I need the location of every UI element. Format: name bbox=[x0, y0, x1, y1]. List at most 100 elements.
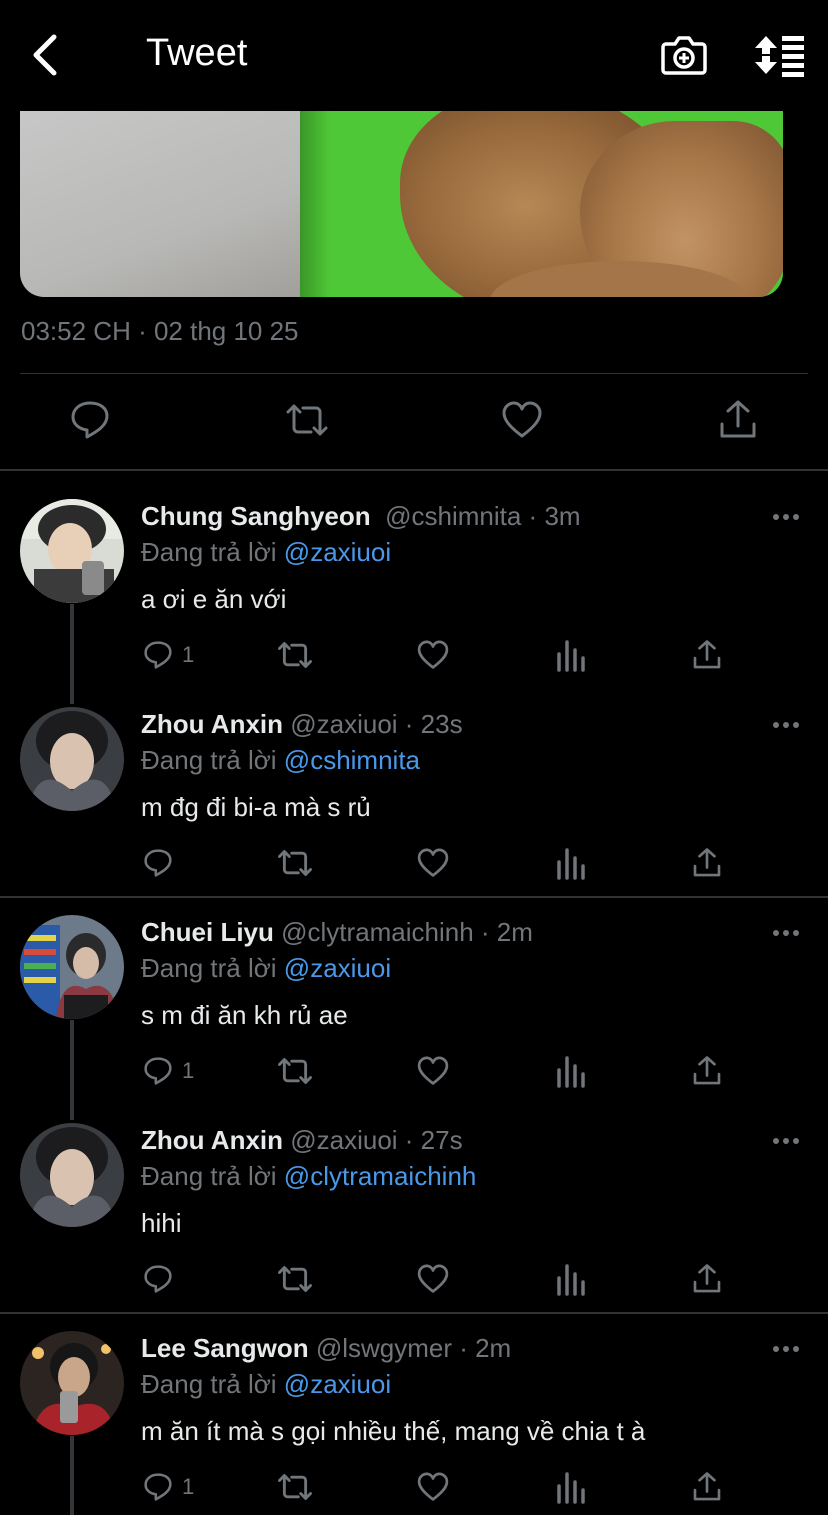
reply-item[interactable]: Chung Sanghyeon @cshimnita · 3m Đang trả… bbox=[0, 499, 828, 707]
mention-link[interactable]: @zaxiuoi bbox=[284, 537, 391, 567]
more-button[interactable] bbox=[772, 715, 800, 735]
handle-time: @zaxiuoi · 27s bbox=[290, 1125, 463, 1155]
reply-actions bbox=[0, 1261, 828, 1301]
more-icon bbox=[773, 1138, 799, 1144]
heart-icon bbox=[417, 848, 449, 877]
reply-actions: 1 bbox=[0, 1053, 828, 1093]
back-button[interactable] bbox=[26, 32, 66, 78]
reply-icon bbox=[144, 1265, 172, 1293]
tweet-media-image[interactable] bbox=[20, 111, 783, 297]
display-name[interactable]: Chung Sanghyeon bbox=[141, 501, 371, 531]
share-button[interactable] bbox=[692, 845, 722, 881]
share-button[interactable] bbox=[692, 1261, 722, 1297]
mention-link[interactable]: @zaxiuoi bbox=[284, 1369, 391, 1399]
like-button[interactable] bbox=[416, 1261, 450, 1297]
views-icon bbox=[557, 1056, 585, 1088]
sort-icon bbox=[755, 36, 804, 77]
mention-link[interactable]: @cshimnita bbox=[284, 745, 420, 775]
reply-button[interactable] bbox=[142, 1261, 182, 1297]
camera-button[interactable] bbox=[660, 32, 708, 78]
reply-button[interactable] bbox=[142, 845, 182, 881]
display-name[interactable]: Lee Sangwon bbox=[141, 1333, 309, 1363]
handle-time: @clytramaichinh · 2m bbox=[281, 917, 533, 947]
handle-time: @zaxiuoi · 23s bbox=[290, 709, 463, 739]
display-name[interactable]: Chuei Liyu bbox=[141, 917, 274, 947]
share-button[interactable] bbox=[718, 398, 758, 442]
avatar[interactable] bbox=[20, 1331, 124, 1435]
retweet-button[interactable] bbox=[276, 1261, 314, 1297]
chevron-left-icon bbox=[33, 34, 57, 76]
mention-link[interactable]: @zaxiuoi bbox=[284, 953, 391, 983]
replying-prefix: Đang trả lời bbox=[141, 1161, 277, 1191]
avatar-image bbox=[20, 499, 124, 603]
reply-button[interactable]: 1 bbox=[142, 1469, 194, 1505]
display-name[interactable]: Zhou Anxin bbox=[141, 1125, 283, 1155]
retweet-icon bbox=[278, 850, 312, 876]
reply-item[interactable]: Zhou Anxin @zaxiuoi · 23s Đang trả lời @… bbox=[0, 707, 828, 915]
retweet-icon bbox=[278, 1266, 312, 1292]
views-button[interactable] bbox=[556, 845, 586, 881]
share-button[interactable] bbox=[692, 1469, 722, 1505]
reply-item[interactable]: Zhou Anxin @zaxiuoi · 27s Đang trả lời @… bbox=[0, 1123, 828, 1331]
share-button[interactable] bbox=[692, 1053, 722, 1089]
retweet-icon bbox=[286, 404, 328, 436]
views-icon bbox=[557, 1264, 585, 1296]
reply-item[interactable]: Lee Sangwon @lswgymer · 2m Đang trả lời … bbox=[0, 1331, 828, 1515]
more-button[interactable] bbox=[772, 1339, 800, 1359]
reply-header: Zhou Anxin @zaxiuoi · 27s bbox=[141, 1123, 463, 1159]
reply-button[interactable]: 1 bbox=[142, 1053, 194, 1089]
views-button[interactable] bbox=[556, 1261, 586, 1297]
more-icon bbox=[773, 930, 799, 936]
page-title: Tweet bbox=[146, 32, 248, 74]
views-button[interactable] bbox=[556, 637, 586, 673]
more-button[interactable] bbox=[772, 1131, 800, 1151]
camera-plus-icon bbox=[661, 36, 707, 75]
like-button[interactable] bbox=[416, 1053, 450, 1089]
views-icon bbox=[557, 848, 585, 880]
heart-icon bbox=[417, 1056, 449, 1085]
mention-link[interactable]: @clytramaichinh bbox=[284, 1161, 477, 1191]
like-button[interactable] bbox=[416, 637, 450, 673]
reply-header: Zhou Anxin @zaxiuoi · 23s bbox=[141, 707, 463, 743]
replying-prefix: Đang trả lời bbox=[141, 537, 277, 567]
share-button[interactable] bbox=[692, 637, 722, 673]
reply-actions: 1 bbox=[0, 637, 828, 677]
tweet-timestamp: 03:52 CH · 02 thg 10 25 bbox=[21, 316, 299, 346]
avatar[interactable] bbox=[20, 915, 124, 1019]
avatar[interactable] bbox=[20, 707, 124, 811]
views-button[interactable] bbox=[556, 1469, 586, 1505]
reply-icon bbox=[144, 1057, 172, 1085]
retweet-button[interactable] bbox=[276, 845, 314, 881]
avatar-image bbox=[20, 915, 124, 1019]
reply-actions bbox=[0, 845, 828, 885]
retweet-button[interactable] bbox=[276, 1053, 314, 1089]
like-button[interactable] bbox=[416, 845, 450, 881]
avatar[interactable] bbox=[20, 1123, 124, 1227]
retweet-button[interactable] bbox=[276, 1469, 314, 1505]
replying-prefix: Đang trả lời bbox=[141, 745, 277, 775]
like-button[interactable] bbox=[416, 1469, 450, 1505]
avatar[interactable] bbox=[20, 499, 124, 603]
reply-button[interactable] bbox=[70, 398, 110, 442]
reply-header: Lee Sangwon @lswgymer · 2m bbox=[141, 1331, 511, 1367]
reply-icon bbox=[71, 401, 109, 439]
more-button[interactable] bbox=[772, 923, 800, 943]
reply-item[interactable]: Chuei Liyu @clytramaichinh · 2m Đang trả… bbox=[0, 915, 828, 1123]
retweet-button[interactable] bbox=[276, 637, 314, 673]
reply-text: m ăn ít mà s gọi nhiều thế, mang về chia… bbox=[141, 1416, 646, 1446]
retweet-button[interactable] bbox=[285, 398, 329, 442]
reply-button[interactable]: 1 bbox=[142, 637, 194, 673]
like-button[interactable] bbox=[502, 398, 542, 442]
share-icon bbox=[693, 1264, 721, 1293]
replying-prefix: Đang trả lời bbox=[141, 1369, 277, 1399]
reply-icon bbox=[144, 849, 172, 877]
sort-button[interactable] bbox=[752, 32, 808, 78]
share-icon bbox=[693, 848, 721, 877]
more-button[interactable] bbox=[772, 507, 800, 527]
display-name[interactable]: Zhou Anxin bbox=[141, 709, 283, 739]
reply-actions: 1 bbox=[0, 1469, 828, 1509]
reply-icon bbox=[144, 641, 172, 669]
views-button[interactable] bbox=[556, 1053, 586, 1089]
reply-text: s m đi ăn kh rủ ae bbox=[141, 1000, 348, 1030]
divider bbox=[0, 469, 828, 471]
